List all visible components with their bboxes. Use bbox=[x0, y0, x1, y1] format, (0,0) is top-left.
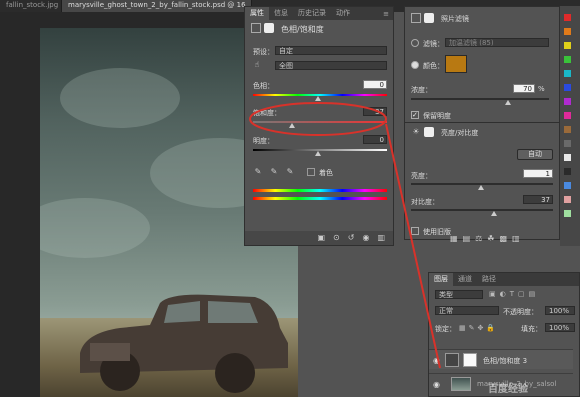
annotation-ellipse bbox=[249, 102, 387, 136]
annotation-overlay bbox=[249, 102, 441, 369]
annotation-arrow bbox=[385, 123, 441, 369]
watermark: 百度经验 bbox=[488, 384, 528, 395]
